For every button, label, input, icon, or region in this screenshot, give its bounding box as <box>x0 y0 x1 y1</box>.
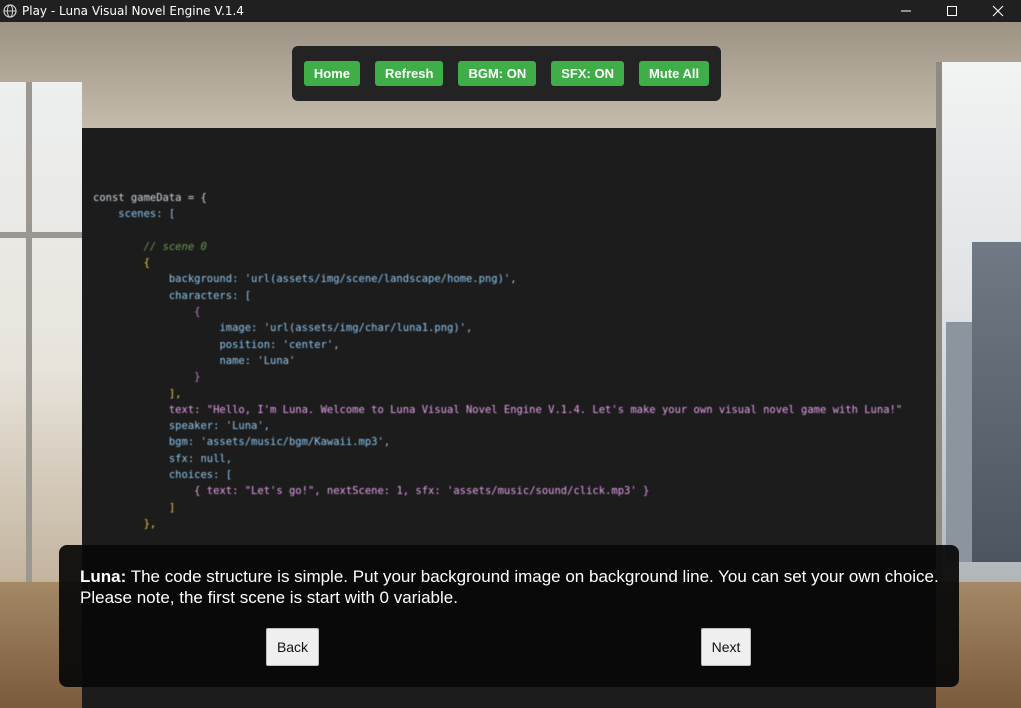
refresh-button[interactable]: Refresh <box>375 61 444 86</box>
window-controls <box>883 0 1021 22</box>
dialogue-text: Luna: The code structure is simple. Put … <box>80 566 940 608</box>
code-block: const gameData = { scenes: [ // scene 0 … <box>93 190 902 532</box>
code-line: speaker: 'Luna', <box>168 420 271 433</box>
code-line: image: 'url(assets/img/char/luna1.png)', <box>219 322 473 335</box>
code-line: ] <box>168 501 176 514</box>
minimize-button[interactable] <box>883 0 929 22</box>
globe-icon <box>3 4 17 18</box>
next-button[interactable]: Next <box>701 628 751 666</box>
code-line: sfx: null, <box>168 452 233 465</box>
close-button[interactable] <box>975 0 1021 22</box>
code-line: position: 'center', <box>219 338 340 351</box>
code-line: } <box>194 371 201 384</box>
code-line: { <box>194 306 201 319</box>
code-line: }, <box>143 517 157 530</box>
window-title: Play - Luna Visual Novel Engine V.1.4 <box>22 4 244 18</box>
top-menu: Home Refresh BGM: ON SFX: ON Mute All <box>292 46 721 101</box>
code-line: const gameData = { <box>93 192 207 204</box>
code-line: text: "Hello, I'm Luna. Welcome to Luna … <box>168 403 903 416</box>
code-line: // scene 0 <box>143 240 207 253</box>
distant-building <box>946 322 972 562</box>
bgm-toggle-button[interactable]: BGM: ON <box>458 61 537 86</box>
code-line: ], <box>168 387 182 400</box>
close-icon <box>992 5 1004 17</box>
code-line: { <box>143 257 150 270</box>
skyscraper <box>972 242 1021 562</box>
dialogue-box: Luna: The code structure is simple. Put … <box>59 545 959 687</box>
mute-all-button[interactable]: Mute All <box>638 61 710 86</box>
home-button[interactable]: Home <box>303 61 361 86</box>
code-line: choices: [ <box>168 469 233 482</box>
maximize-icon <box>947 6 957 16</box>
title-bar: Play - Luna Visual Novel Engine V.1.4 <box>0 0 1021 22</box>
speaker-name: Luna: <box>80 567 127 586</box>
code-line: scenes: [ <box>118 208 176 221</box>
sfx-toggle-button[interactable]: SFX: ON <box>551 61 624 86</box>
code-line: { text: "Let's go!", nextScene: 1, sfx: … <box>194 485 650 498</box>
minimize-icon <box>901 10 911 12</box>
back-button[interactable]: Back <box>266 628 319 666</box>
maximize-button[interactable] <box>929 0 975 22</box>
left-window-frame-horizontal <box>0 232 82 238</box>
code-line: bgm: 'assets/music/bgm/Kawaii.mp3', <box>168 436 391 449</box>
code-line: characters: [ <box>168 289 252 302</box>
code-line: name: 'Luna' <box>219 354 296 367</box>
left-window-frame <box>26 82 32 642</box>
code-line: background: 'url(assets/img/scene/landsc… <box>168 273 517 286</box>
dialogue-line: The code structure is simple. Put your b… <box>80 567 939 607</box>
